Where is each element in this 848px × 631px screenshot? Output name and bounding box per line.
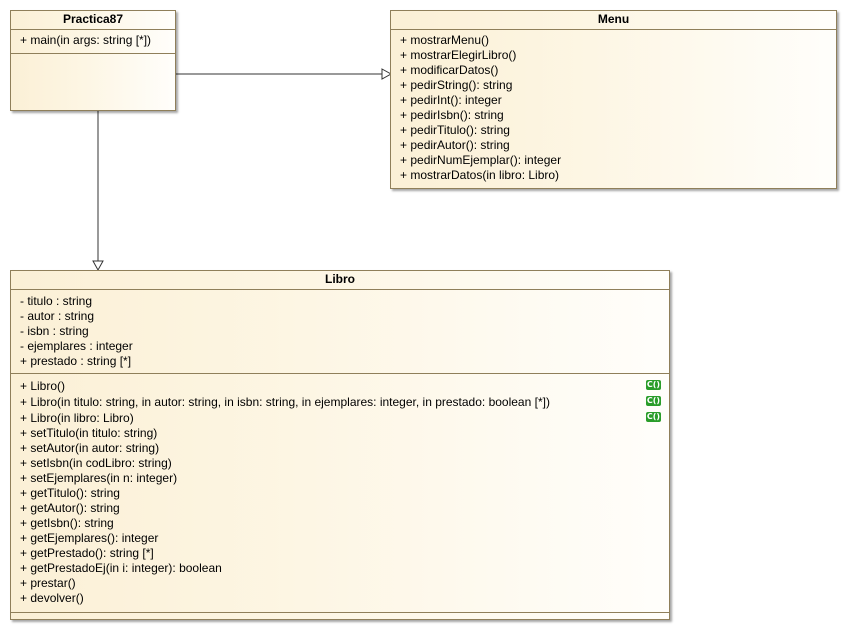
operation-text: + Libro() xyxy=(20,379,66,393)
operation: + modificarDatos() xyxy=(400,63,499,77)
attribute: - autor : string xyxy=(20,309,95,323)
operation: + Libro() C() xyxy=(20,378,669,394)
operation: + main(in args: string [*]) xyxy=(20,33,152,47)
operation: + mostrarDatos(in libro: Libro) xyxy=(400,168,560,182)
operation: + setEjemplares(in n: integer) xyxy=(20,471,178,485)
operation: + getPrestado(): string [*] xyxy=(20,546,154,560)
operation: + setAutor(in autor: string) xyxy=(20,441,160,455)
operation: + mostrarElegirLibro() xyxy=(400,48,517,62)
operation: + Libro(in libro: Libro) C() xyxy=(20,410,669,426)
association-practica87-libro xyxy=(92,111,104,272)
operation: + pedirString(): string xyxy=(400,78,513,92)
attribute: - titulo : string xyxy=(20,294,93,308)
attribute: - ejemplares : integer xyxy=(20,339,133,353)
operation: + devolver() xyxy=(20,591,84,605)
operation: + setIsbn(in codLibro: string) xyxy=(20,456,172,470)
operation: + getTitulo(): string xyxy=(20,486,120,500)
operation: + pedirInt(): integer xyxy=(400,93,502,107)
operation: + setTitulo(in titulo: string) xyxy=(20,426,158,440)
empty-compartment xyxy=(11,54,175,59)
constructor-icon: C() xyxy=(646,412,661,422)
operation-text: + Libro(in titulo: string, in autor: str… xyxy=(20,395,550,409)
operation: + prestar() xyxy=(20,576,76,590)
operation: + mostrarMenu() xyxy=(400,33,490,47)
association-practica87-menu xyxy=(176,68,393,80)
constructor-icon: C() xyxy=(646,396,661,406)
operation: + pedirAutor(): string xyxy=(400,138,510,152)
operation: + pedirIsbn(): string xyxy=(400,108,504,122)
operation-text: + Libro(in libro: Libro) xyxy=(20,411,134,425)
operation: + pedirNumEjemplar(): integer xyxy=(400,153,562,167)
operation: + getIsbn(): string xyxy=(20,516,114,530)
class-libro[interactable]: Libro - titulo : string - autor : string… xyxy=(10,270,670,620)
operation: + getAutor(): string xyxy=(20,501,120,515)
operations-compartment: + mostrarMenu() + mostrarElegirLibro() +… xyxy=(391,30,836,185)
operations-compartment: + Libro() C() + Libro(in titulo: string,… xyxy=(11,374,669,613)
class-name: Practica87 xyxy=(11,11,175,30)
attribute: - isbn : string xyxy=(20,324,89,338)
attribute: + prestado : string [*] xyxy=(20,354,132,368)
attributes-compartment: - titulo : string - autor : string - isb… xyxy=(11,290,669,374)
empty-compartment xyxy=(11,613,669,618)
operations-compartment: + main(in args: string [*]) xyxy=(11,30,175,54)
class-name: Menu xyxy=(391,11,836,30)
class-menu[interactable]: Menu + mostrarMenu() + mostrarElegirLibr… xyxy=(390,10,837,189)
operation: + getPrestadoEj(in i: integer): boolean xyxy=(20,561,222,575)
operation: + pedirTitulo(): string xyxy=(400,123,510,137)
class-name: Libro xyxy=(11,271,669,290)
operation: + Libro(in titulo: string, in autor: str… xyxy=(20,394,669,410)
constructor-icon: C() xyxy=(646,380,661,390)
class-practica87[interactable]: Practica87 + main(in args: string [*]) xyxy=(10,10,176,111)
operation: + getEjemplares(): integer xyxy=(20,531,159,545)
